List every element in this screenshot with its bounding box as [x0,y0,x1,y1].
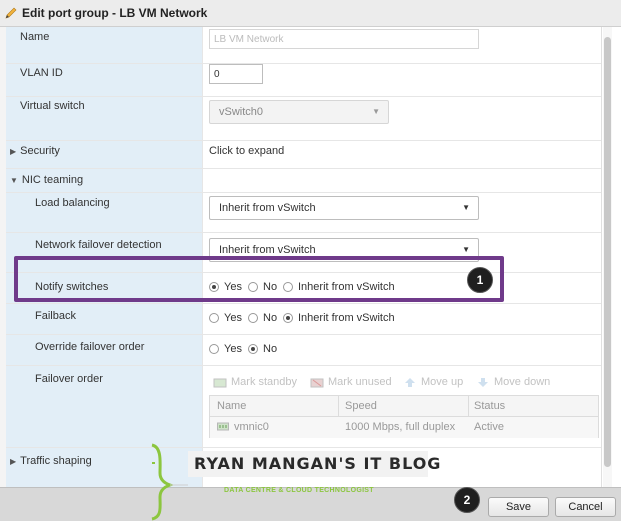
watermark-brace-logo [151,443,188,521]
col-name: Name [217,400,247,412]
row-override-failover: Override failover order Yes No [6,335,601,366]
traffic-shaping-toggle[interactable]: ▶ Traffic shaping [10,455,92,467]
unused-icon [310,378,324,387]
override-no-radio[interactable]: No [248,343,277,355]
pencil-icon [5,7,17,19]
watermark-title: RYAN MANGAN'S IT BLOG [194,454,442,473]
watermark-subtitle: DATA CENTRE & CLOUD TECHNOLOGIST [224,487,374,494]
caret-right-icon: ▶ [10,457,17,466]
row-failback: Failback Yes No Inherit from vSwitch [6,304,601,335]
failover-detection-label: Network failover detection [35,239,162,251]
col-status: Status [474,400,506,412]
table-row[interactable]: vmnic0 1000 Mbps, full duplex Active [210,417,598,438]
nic-status: Active [474,421,504,433]
vertical-scrollbar[interactable] [603,27,612,487]
arrow-up-icon [405,377,415,387]
chevron-down-icon: ▼ [372,107,380,116]
virtual-switch-select[interactable]: vSwitch0 ▼ [209,100,389,124]
move-down-button[interactable]: Move down [476,376,550,388]
override-yes-radio[interactable]: Yes [209,343,242,355]
nic-name: vmnic0 [234,421,269,433]
failback-yes-radio[interactable]: Yes [209,312,242,324]
failback-label: Failback [35,310,76,322]
window-title: Edit port group - LB VM Network [22,6,208,20]
caret-down-icon: ▼ [10,176,18,185]
security-expand-link[interactable]: Click to expand [209,145,284,157]
nic-icon [217,422,229,431]
failover-order-label: Failover order [35,373,103,385]
window-titlebar: Edit port group - LB VM Network [0,0,621,27]
failover-order-table: Name Speed Status vmnic0 1000 Mbps, full… [209,395,599,438]
load-balancing-select[interactable]: Inherit from vSwitch ▼ [209,196,479,220]
col-speed: Speed [345,400,377,412]
row-vlan: VLAN ID 0 [6,64,601,97]
table-header: Name Speed Status [210,396,598,417]
failback-no-radio[interactable]: No [248,312,277,324]
mark-standby-button[interactable]: Mark standby [213,376,297,388]
row-name: Name LB VM Network [6,27,601,64]
name-label: Name [20,31,50,43]
failback-inherit-radio[interactable]: Inherit from vSwitch [283,312,395,324]
load-balancing-label: Load balancing [35,197,110,209]
virtual-switch-label: Virtual switch [20,100,85,112]
row-load-balancing: Load balancing Inherit from vSwitch ▼ [6,193,601,233]
chevron-down-icon: ▼ [462,245,470,254]
scrollbar-thumb[interactable] [604,37,611,467]
vlan-label: VLAN ID [20,67,63,79]
save-button[interactable]: Save [488,497,549,517]
security-toggle[interactable]: ▶ Security [10,145,60,157]
cancel-button[interactable]: Cancel [555,497,616,517]
arrow-down-icon [478,377,488,387]
highlight-box [14,256,504,302]
row-nic-teaming[interactable]: ▼ NIC teaming [6,169,601,193]
override-failover-label: Override failover order [35,341,145,353]
callout-badge-2: 2 [454,487,480,513]
chevron-down-icon: ▼ [462,203,470,212]
mark-unused-button[interactable]: Mark unused [310,376,392,388]
nic-speed: 1000 Mbps, full duplex [345,421,456,433]
row-security[interactable]: ▶ Security Click to expand [6,141,601,169]
standby-icon [213,378,227,387]
callout-badge-1: 1 [467,267,493,293]
name-input[interactable]: LB VM Network [209,29,479,49]
vlan-id-input[interactable]: 0 [209,64,263,84]
caret-right-icon: ▶ [10,147,17,156]
row-virtual-switch: Virtual switch vSwitch0 ▼ [6,97,601,141]
move-up-button[interactable]: Move up [403,376,463,388]
nic-teaming-toggle[interactable]: ▼ NIC teaming [10,174,83,186]
